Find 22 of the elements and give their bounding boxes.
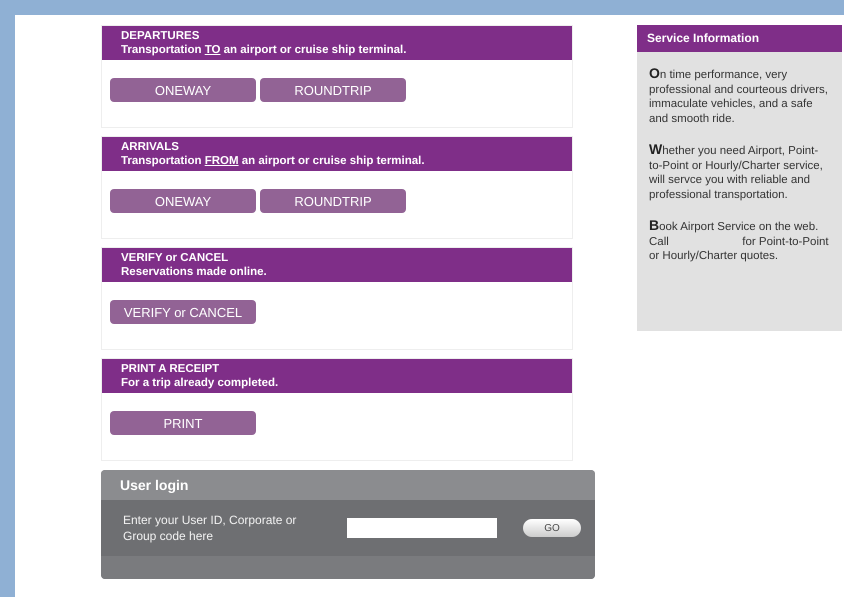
action-button[interactable]: ONEWAY bbox=[110, 189, 256, 213]
login-title: User login bbox=[120, 477, 188, 493]
action-button[interactable]: ONEWAY bbox=[110, 78, 256, 102]
section-subtitle: For a trip already completed. bbox=[121, 376, 280, 390]
info-paragraph: Whether you need Airport, Point-to-Point or Hourly/Charter service, will servce you with reliable and professional transportation. bbox=[649, 142, 824, 202]
action-button[interactable]: PRINT bbox=[110, 411, 256, 435]
user-id-field[interactable] bbox=[347, 518, 497, 538]
section-title: VERIFY or CANCEL bbox=[121, 251, 230, 265]
section-title: PRINT A RECEIPT bbox=[121, 362, 220, 376]
go-button[interactable]: GO bbox=[523, 519, 581, 537]
action-button[interactable]: ROUNDTRIP bbox=[260, 78, 406, 102]
section-title: DEPARTURES bbox=[121, 29, 200, 43]
section-subtitle: Transportation TO an airport or cruise ship terminal. bbox=[121, 43, 408, 57]
service-info-title: Service Information bbox=[647, 31, 760, 45]
section-title: ARRIVALS bbox=[121, 140, 180, 154]
section-subtitle: Transportation FROM an airport or cruise ship terminal. bbox=[121, 154, 426, 168]
section-subtitle: Reservations made online. bbox=[121, 265, 268, 279]
action-button[interactable]: VERIFY or CANCEL bbox=[110, 300, 256, 324]
info-paragraph: Book Airport Service on the web. Call for Point-to-Point or Hourly/Charter quotes. bbox=[649, 218, 830, 264]
info-paragraph: On time performance, very professional and courteous drivers, immaculate vehicles, and a safe and smooth ride. bbox=[649, 66, 829, 126]
login-prompt: Enter your User ID, Corporate or Group code here bbox=[123, 512, 298, 544]
action-button[interactable]: ROUNDTRIP bbox=[260, 189, 406, 213]
